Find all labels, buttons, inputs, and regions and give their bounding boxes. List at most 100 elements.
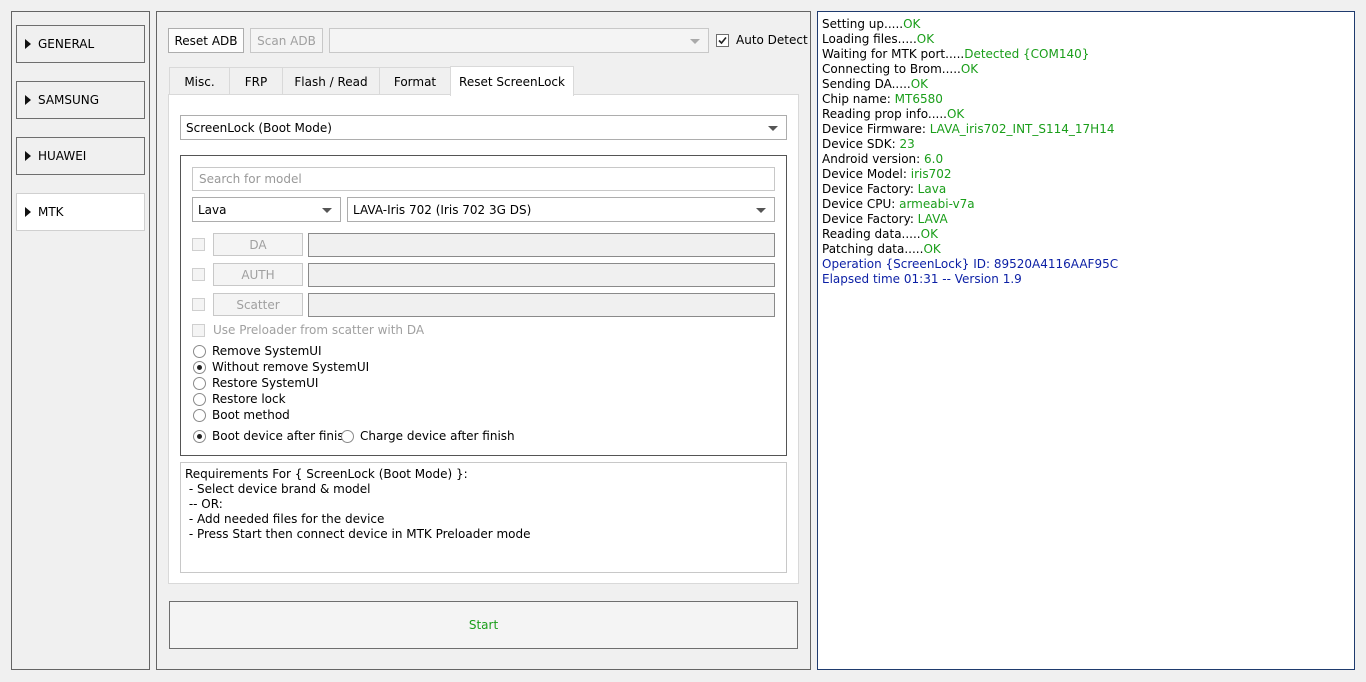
log-value: armeabi-v7a [899,197,975,211]
brand-select-value: Lava [198,202,227,217]
log-text: Waiting for MTK port..... [822,47,965,61]
tab-reset-screenlock[interactable]: Reset ScreenLock [450,66,574,96]
log-value: OK [946,107,965,121]
log-value: Lava [917,182,947,196]
restore-lock-label: Restore lock [212,392,286,406]
chevron-down-icon [756,207,766,213]
log-line: Device Firmware: LAVA_iris702_INT_S114_1… [822,122,1350,137]
auth-file-field[interactable] [308,263,775,287]
expand-triangle-icon [25,39,31,49]
log-value: 6.0 [924,152,944,166]
auto-detect-label: Auto Detect [736,33,808,47]
log-line: Setting up.....OK [822,17,1350,32]
log-text: Device Firmware: [822,122,930,136]
screenlock-mode-value: ScreenLock (Boot Mode) [186,120,332,135]
log-line: Connecting to Brom.....OK [822,62,1350,77]
log-text: Patching data..... [822,242,924,256]
da-checkbox[interactable] [192,238,205,251]
boot-after-finish-radio[interactable] [193,430,206,443]
log-line: Device CPU: armeabi-v7a [822,197,1350,212]
log-status-line: Elapsed time 01:31 -- Version 1.9 [822,272,1022,286]
remove-systemui-label: Remove SystemUI [212,344,322,358]
log-line: Device Factory: LAVA [822,212,1350,227]
remove-systemui-radio[interactable] [193,345,206,358]
requirements-textbox[interactable]: Requirements For { ScreenLock (Boot Mode… [180,462,787,573]
sidebar-item-label: HUAWEI [38,149,87,163]
sidebar-item-general[interactable]: GENERAL [16,25,145,63]
scatter-file-field[interactable] [308,293,775,317]
log-text: Device SDK: [822,137,900,151]
chevron-down-icon [322,207,332,213]
log-value: MT6580 [894,92,943,106]
log-line: Device Model: iris702 [822,167,1350,182]
log-text: Device CPU: [822,197,900,211]
tab-misc[interactable]: Misc. [169,67,230,95]
log-value: LAVA [917,212,948,226]
chevron-down-icon [768,125,778,131]
log-line: Waiting for MTK port.....Detected {COM14… [822,47,1350,62]
log-value: OK [923,242,941,256]
log-value: OK [960,62,979,76]
restore-systemui-radio[interactable] [193,377,206,390]
log-line: Reading data.....OK [822,227,1350,242]
start-button[interactable]: Start [169,601,798,649]
auto-detect-checkbox[interactable] [716,34,729,47]
requirements-line: Requirements For { ScreenLock (Boot Mode… [185,467,468,481]
sidebar-item-huawei[interactable]: HUAWEI [16,137,145,175]
screenlock-mode-select[interactable]: ScreenLock (Boot Mode) [180,115,787,140]
sidebar-item-samsung[interactable]: SAMSUNG [16,81,145,119]
search-model-input[interactable]: Search for model [192,167,775,191]
auth-button[interactable]: AUTH [213,263,303,286]
port-select[interactable] [329,28,709,53]
da-file-field[interactable] [308,233,775,257]
log-text: Reading prop info..... [822,107,947,121]
da-button[interactable]: DA [213,233,303,256]
log-line: Android version: 6.0 [822,152,1350,167]
sidebar-item-label: GENERAL [38,37,95,51]
tab-format[interactable]: Format [379,67,451,95]
scatter-button[interactable]: Scatter [213,293,303,316]
log-text: Loading files..... [822,32,917,46]
log-line: Sending DA.....OK [822,77,1350,92]
sidebar-item-mtk[interactable]: MTK [16,193,145,231]
boot-method-radio[interactable] [193,409,206,422]
sidebar: GENERAL SAMSUNG HUAWEI MTK [11,11,150,670]
log-value: Detected {COM140} [964,47,1090,61]
sidebar-item-label: MTK [38,205,64,219]
log-text: Reading data..... [822,227,921,241]
brand-select[interactable]: Lava [192,197,341,222]
scan-adb-button[interactable]: Scan ADB [250,28,323,53]
restore-lock-radio[interactable] [193,393,206,406]
tab-flash-read[interactable]: Flash / Read [282,67,380,95]
restore-systemui-label: Restore SystemUI [212,376,319,390]
model-select[interactable]: LAVA-Iris 702 (Iris 702 3G DS) [347,197,775,222]
log-line: Device SDK: 23 [822,137,1350,152]
use-preloader-checkbox[interactable] [192,324,205,337]
log-value: iris702 [910,167,952,181]
log-line: Reading prop info.....OK [822,107,1350,122]
log-line: Loading files.....OK [822,32,1350,47]
reset-adb-button[interactable]: Reset ADB [168,28,244,53]
boot-method-label: Boot method [212,408,290,422]
log-value: OK [910,77,929,91]
scatter-checkbox[interactable] [192,298,205,311]
log-line: Device Factory: Lava [822,182,1350,197]
expand-triangle-icon [25,207,31,217]
log-line: Patching data.....OK [822,242,1350,257]
boot-after-finish-label: Boot device after finish [212,429,352,443]
requirements-line: - Press Start then connect device in MTK… [185,527,531,541]
log-value: LAVA_iris702_INT_S114_17H14 [929,122,1115,136]
chevron-down-icon [690,38,700,44]
without-remove-systemui-radio[interactable] [193,361,206,374]
auth-checkbox[interactable] [192,268,205,281]
without-remove-systemui-label: Without remove SystemUI [212,360,370,374]
log-text: Device Factory: [822,212,918,226]
log-text: Setting up..... [822,17,904,31]
log-text: Device Factory: [822,182,918,196]
use-preloader-label: Use Preloader from scatter with DA [213,323,425,337]
log-status-line: Operation {ScreenLock} ID: 89520A4116AAF… [822,257,1119,271]
tab-frp[interactable]: FRP [229,67,283,95]
charge-after-finish-radio[interactable] [341,430,354,443]
log-text: Chip name: [822,92,895,106]
log-text: Android version: [822,152,925,166]
